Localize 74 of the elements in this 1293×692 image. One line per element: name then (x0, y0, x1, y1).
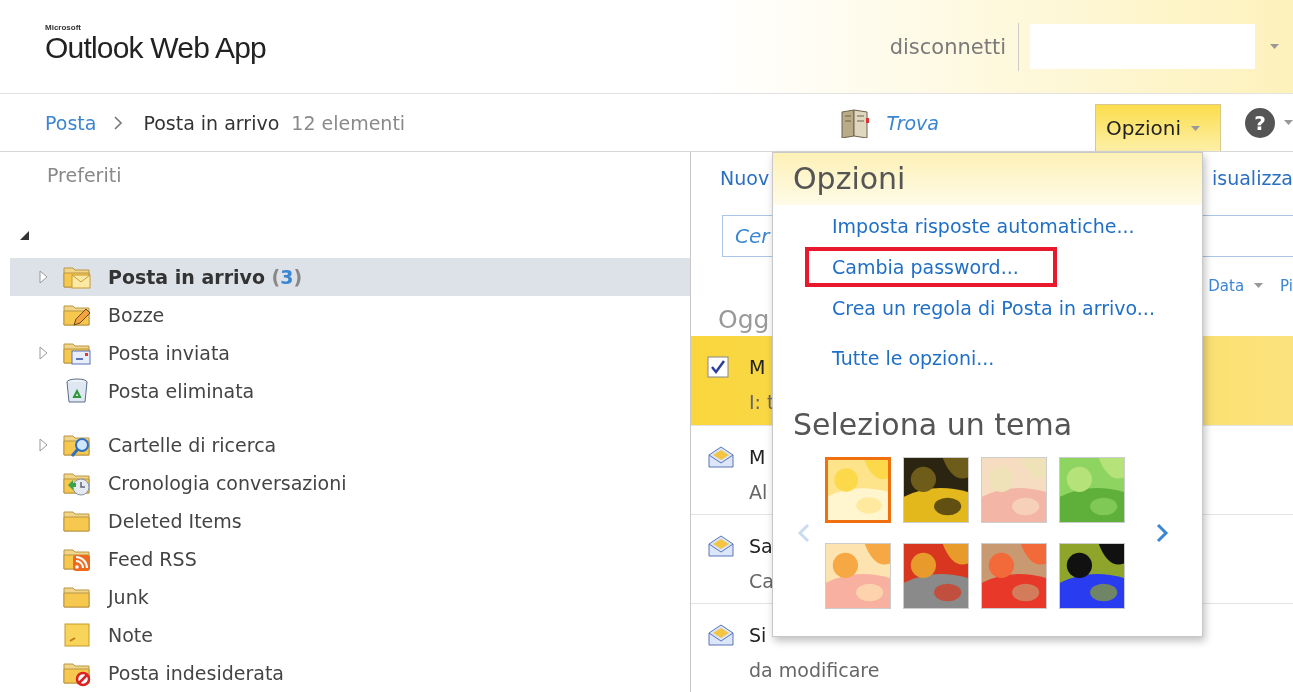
sign-out-link[interactable]: disconnetti (889, 34, 1018, 59)
checkbox-checked-icon[interactable] (707, 355, 729, 378)
expander-triangle-icon[interactable] (39, 438, 48, 452)
message-sender: Si (749, 623, 768, 646)
folder-item[interactable]: Cartelle di ricerca (10, 426, 690, 464)
folder-item[interactable]: Junk (10, 578, 690, 616)
theme-thumbnail[interactable] (981, 543, 1047, 609)
theme-thumbnail[interactable] (903, 457, 969, 523)
group-header: Ogg (717, 303, 770, 336)
theme-thumbnail[interactable] (1059, 543, 1125, 609)
view-link[interactable]: isualizza (1212, 167, 1293, 194)
chevron-right-icon (114, 115, 124, 130)
book-icon (838, 107, 871, 138)
message-preview: Al (749, 480, 768, 503)
folder-name: Posta inviata (108, 342, 230, 364)
sort-dropdown[interactable]: Data (1208, 276, 1264, 295)
folder-name: Bozze (108, 304, 165, 326)
folder-name: Feed RSS (108, 548, 197, 570)
current-folder-title: Posta in arrivo (143, 111, 280, 134)
menu-link[interactable]: Crea un regola di Posta in arrivo... (832, 297, 1155, 319)
folder-item[interactable]: Note (10, 616, 690, 654)
folder-item[interactable]: Feed RSS (10, 540, 690, 578)
expander-triangle-icon[interactable] (39, 346, 48, 360)
folder-item[interactable]: Posta inviata (10, 334, 690, 372)
theme-thumbnail[interactable] (825, 457, 891, 523)
folder-name: Posta indesiderata (108, 662, 284, 684)
envelope-icon (707, 623, 735, 646)
folder-name: Cronologia conversazioni (108, 472, 347, 494)
folder-name: Cartelle di ricerca (108, 434, 277, 456)
message-preview: Ca (749, 569, 774, 592)
envelope-icon (707, 445, 735, 468)
next-arrow-icon[interactable] (1155, 523, 1169, 543)
theme-heading: Seleziona un tema (793, 406, 1074, 444)
caret-icon (1254, 283, 1264, 289)
message-preview: da modificare (749, 658, 880, 681)
folder-name: Posta eliminata (108, 380, 255, 402)
message-sender: Sa (749, 534, 774, 557)
new-message-link[interactable]: Nuov (720, 167, 770, 194)
theme-thumbnail[interactable] (825, 543, 891, 609)
find-link[interactable]: Trova (838, 94, 939, 151)
message-sender: M (749, 355, 767, 378)
folder-name: Junk (108, 586, 149, 608)
expander-triangle-icon[interactable] (39, 270, 48, 284)
folder-item[interactable]: Deleted Items (10, 502, 690, 540)
menu-link[interactable]: Imposta risposte automatiche... (832, 215, 1135, 237)
theme-thumbnail[interactable] (903, 543, 969, 609)
caret-icon (1284, 120, 1293, 125)
folder-name: Posta in arrivo (3) (108, 266, 303, 288)
item-count: 12 elementi (291, 111, 406, 134)
folder-item[interactable]: Posta indesiderata (10, 654, 690, 692)
options-tab[interactable]: Opzioni (1095, 104, 1221, 151)
message-sender: M (749, 445, 767, 468)
menu-link[interactable]: Tutte le opzioni... (832, 347, 995, 369)
folder-name: Note (108, 624, 153, 646)
theme-thumbnail[interactable] (981, 457, 1047, 523)
menu-link[interactable]: Cambia password... (832, 256, 1019, 278)
dropdown-caret-icon (1269, 44, 1279, 49)
note-icon (62, 621, 92, 649)
expanded-triangle-icon[interactable] (20, 230, 29, 240)
sort-option[interactable]: Pi (1280, 276, 1293, 295)
help-button[interactable]: ? (1245, 94, 1293, 151)
folder-item[interactable]: Bozze (10, 296, 690, 334)
breadcrumb-link[interactable]: Posta (45, 111, 97, 134)
caret-icon (1190, 125, 1200, 131)
theme-thumbnail[interactable] (1059, 457, 1125, 523)
menu-title: Opzioni (793, 161, 906, 196)
folder-item[interactable]: Cronologia conversazioni (10, 464, 690, 502)
brand-small-text: Microsoft (45, 23, 82, 32)
folder-item[interactable]: Posta eliminata (10, 372, 690, 410)
folder-name: Deleted Items (108, 510, 242, 532)
app-logo-text: Outlook Web App (45, 32, 266, 64)
folder-item[interactable]: Posta in arrivo (3) (10, 258, 690, 296)
favorites-heading: Preferiti (46, 163, 123, 188)
envelope-icon (707, 534, 735, 557)
